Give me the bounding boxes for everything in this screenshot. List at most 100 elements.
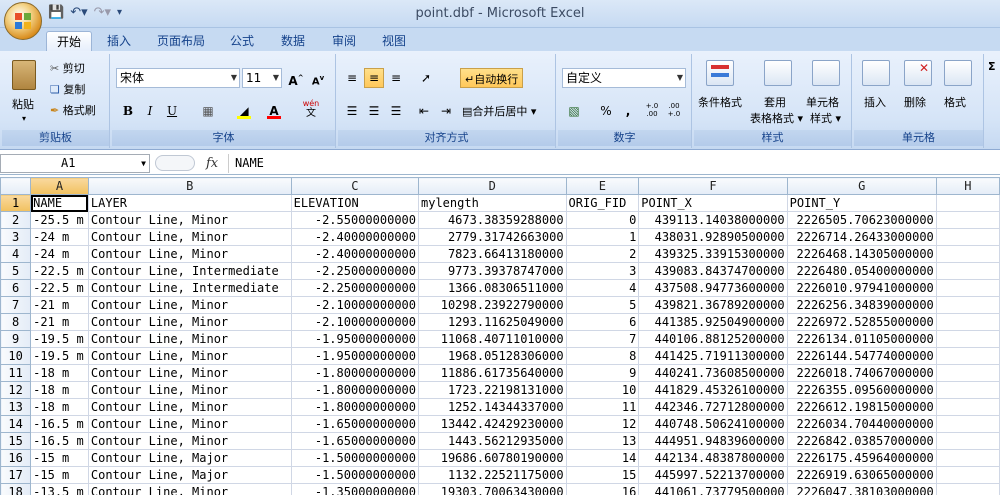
cell[interactable]: mylength	[418, 194, 567, 212]
cell[interactable]: 1443.56212935000	[418, 432, 567, 450]
tab-formulas[interactable]: 公式	[220, 31, 264, 52]
cell[interactable]	[935, 347, 1000, 365]
office-button[interactable]	[4, 2, 42, 40]
cell[interactable]: 11886.61735640000	[418, 364, 567, 382]
cell[interactable]: 2226256.34839000000	[786, 296, 937, 314]
cell[interactable]: 2226010.97941000000	[786, 279, 937, 297]
column-header[interactable]: F	[638, 177, 788, 195]
column-header[interactable]: G	[786, 177, 937, 195]
cell[interactable]: 439113.14038000000	[638, 211, 788, 229]
cell[interactable]	[935, 364, 1000, 382]
cell[interactable]: 19303.70063430000	[418, 483, 567, 495]
row-header[interactable]: 6	[0, 279, 32, 297]
tab-review[interactable]: 审阅	[322, 31, 366, 52]
row-header[interactable]: 18	[0, 483, 32, 495]
cell[interactable]: 2226919.63065000000	[786, 466, 937, 484]
cell[interactable]	[935, 330, 1000, 348]
tab-data[interactable]: 数据	[271, 31, 315, 52]
cell[interactable]: -1.50000000000	[290, 449, 420, 467]
cell[interactable]	[935, 313, 1000, 331]
cell[interactable]: Contour Line, Intermediate	[87, 262, 292, 280]
cell[interactable]: 442346.72712800000	[638, 398, 788, 416]
cell[interactable]: -19.5 m	[30, 347, 89, 365]
conditional-formatting-icon[interactable]	[706, 60, 734, 86]
underline-button[interactable]: U	[162, 101, 182, 121]
cell[interactable]	[935, 398, 1000, 416]
tab-page-layout[interactable]: 页面布局	[147, 31, 215, 52]
align-middle-icon[interactable]: ≡	[364, 68, 384, 88]
cell[interactable]: -15 m	[30, 466, 89, 484]
cell[interactable]: -18 m	[30, 381, 89, 399]
cell[interactable]: 1366.08306511000	[418, 279, 567, 297]
select-all-corner[interactable]	[0, 177, 32, 195]
cell[interactable]: -2.40000000000	[290, 245, 420, 263]
cell[interactable]: -1.95000000000	[290, 347, 420, 365]
cell[interactable]	[935, 449, 1000, 467]
autosum-icon[interactable]: Σ	[988, 60, 996, 73]
percent-button[interactable]: %	[596, 101, 616, 121]
cell[interactable]: 1252.14344337000	[418, 398, 567, 416]
cell[interactable]: LAYER	[87, 194, 292, 212]
cell[interactable]: 2226047.38103000000	[786, 483, 937, 495]
cell[interactable]: 2226355.09560000000	[786, 381, 937, 399]
cell[interactable]: Contour Line, Major	[87, 449, 292, 467]
cell[interactable]	[935, 381, 1000, 399]
cell[interactable]: 439325.33915300000	[638, 245, 788, 263]
italic-button[interactable]: I	[140, 101, 160, 121]
conditional-formatting-button[interactable]: 条件格式	[698, 94, 742, 110]
cell[interactable]: -13.5 m	[30, 483, 89, 495]
cell[interactable]	[935, 245, 1000, 263]
cell[interactable]: 11068.40711010000	[418, 330, 567, 348]
cell[interactable]: 2226144.54774000000	[786, 347, 937, 365]
cell[interactable]: 3	[565, 262, 640, 280]
paste-dropdown-icon[interactable]: ▾	[22, 114, 26, 123]
grow-font-button[interactable]: A^	[286, 68, 306, 88]
cell[interactable]: -2.25000000000	[290, 262, 420, 280]
row-header[interactable]: 17	[0, 466, 32, 484]
row-header[interactable]: 13	[0, 398, 32, 416]
cell[interactable]: 439821.36789200000	[638, 296, 788, 314]
row-header[interactable]: 2	[0, 211, 32, 229]
cell[interactable]: -16.5 m	[30, 415, 89, 433]
cell[interactable]: 2226480.05400000000	[786, 262, 937, 280]
cell[interactable]: 11	[565, 398, 640, 416]
shrink-font-button[interactable]: Av	[308, 68, 328, 88]
wrap-text-button[interactable]: ↵自动换行	[460, 68, 524, 88]
cell[interactable]: 441385.92504900000	[638, 313, 788, 331]
cell[interactable]: 15	[565, 466, 640, 484]
cell[interactable]: -24 m	[30, 245, 89, 263]
row-header[interactable]: 4	[0, 245, 32, 263]
cell[interactable]: 9	[565, 364, 640, 382]
cell[interactable]: 1723.22198131000	[418, 381, 567, 399]
cell[interactable]: Contour Line, Minor	[87, 296, 292, 314]
row-header[interactable]: 15	[0, 432, 32, 450]
cell[interactable]: -2.25000000000	[290, 279, 420, 297]
column-header[interactable]: C	[290, 177, 420, 195]
increase-indent-icon[interactable]: ⇥	[436, 101, 456, 121]
cell[interactable]: -1.65000000000	[290, 432, 420, 450]
cell[interactable]: 5	[565, 296, 640, 314]
cell[interactable]: Contour Line, Minor	[87, 432, 292, 450]
cell[interactable]: 8	[565, 347, 640, 365]
cut-button[interactable]: ✂ 剪切	[50, 60, 85, 76]
orientation-icon[interactable]: ➚	[416, 68, 436, 88]
delete-cells-button[interactable]: 删除	[904, 94, 926, 110]
bold-button[interactable]: B	[118, 101, 138, 121]
font-name-combo[interactable]: 宋体 ▼	[116, 68, 240, 88]
cell[interactable]: Contour Line, Minor	[87, 483, 292, 495]
cell[interactable]: POINT_Y	[786, 194, 937, 212]
row-header[interactable]: 10	[0, 347, 32, 365]
row-header[interactable]: 8	[0, 313, 32, 331]
cell[interactable]: 2226175.45964000000	[786, 449, 937, 467]
cell[interactable]: 2226468.14305000000	[786, 245, 937, 263]
copy-button[interactable]: ❏ 复制	[50, 81, 85, 97]
row-header[interactable]: 14	[0, 415, 32, 433]
cell[interactable]: 441061.73779500000	[638, 483, 788, 495]
cell[interactable]	[935, 228, 1000, 246]
cell[interactable]: 440748.50624100000	[638, 415, 788, 433]
cell[interactable]: 2226034.70440000000	[786, 415, 937, 433]
tab-home[interactable]: 开始	[46, 31, 93, 52]
cell[interactable]: -24 m	[30, 228, 89, 246]
cell[interactable]: 14	[565, 449, 640, 467]
cell[interactable]: Contour Line, Minor	[87, 381, 292, 399]
